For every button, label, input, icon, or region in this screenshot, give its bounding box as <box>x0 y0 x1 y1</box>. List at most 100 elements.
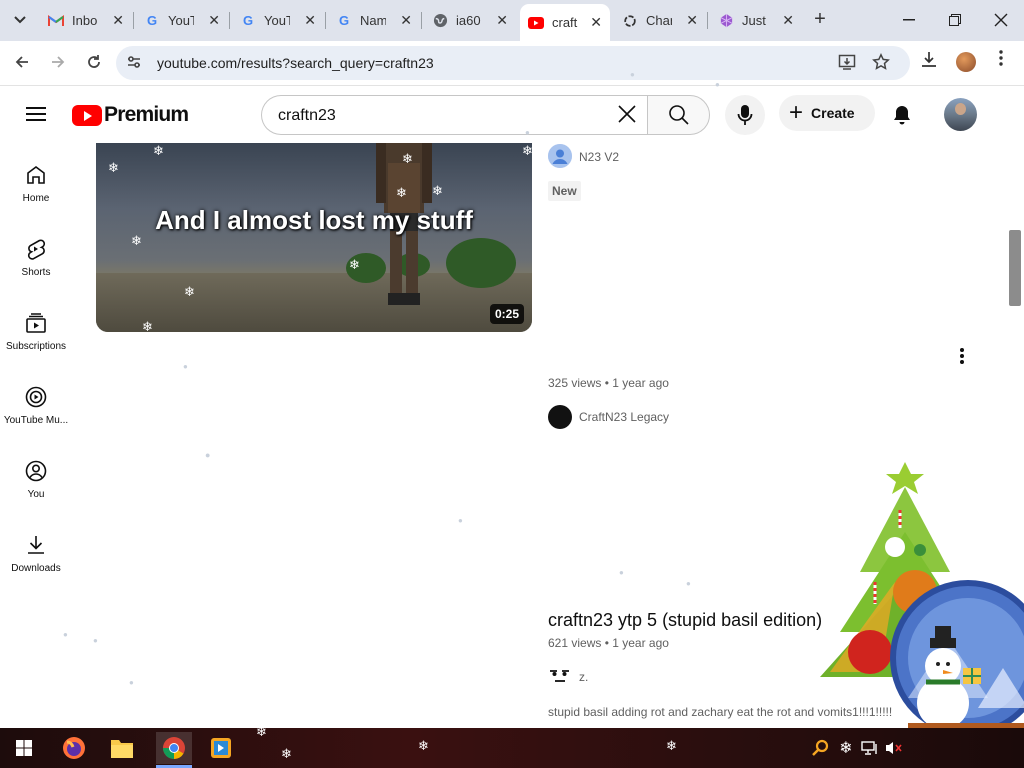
chatgpt-icon <box>622 13 638 29</box>
close-icon[interactable]: ✕ <box>686 12 698 29</box>
browser-tab-youtube-2[interactable]: G YouT ✕ <box>232 6 324 35</box>
tray-snow-app[interactable]: ❄ <box>834 732 858 764</box>
download-icon <box>24 533 48 557</box>
taskbar-chrome[interactable] <box>156 732 192 764</box>
snowflake-icon: ❄ <box>396 185 407 200</box>
browser-tab-craftn23-active[interactable]: craft ✕ <box>520 4 610 41</box>
globe-icon <box>432 13 448 29</box>
create-button[interactable]: + Create <box>779 95 875 131</box>
youtube-play-icon <box>72 104 102 126</box>
sidebar-item-shorts[interactable]: Shorts <box>0 217 72 291</box>
sidebar-item-you[interactable]: You <box>0 439 72 513</box>
video-title[interactable]: craftn23 ytp 5 (stupid basil edition) <box>548 610 822 631</box>
address-bar[interactable]: youtube.com/results?search_query=craftn2… <box>116 46 910 80</box>
taskbar-search-tray[interactable] <box>808 732 832 764</box>
shorts-icon <box>24 237 48 261</box>
browser-tab-youtube-1[interactable]: G YouT ✕ <box>136 6 228 35</box>
channel-name[interactable]: N23 V2 <box>579 150 619 164</box>
clear-search-icon[interactable] <box>613 102 641 130</box>
tab-title: YouT <box>264 13 290 28</box>
channel-avatar[interactable] <box>548 144 572 168</box>
taskbar-file-explorer[interactable] <box>106 732 138 764</box>
snowflake-icon: ● <box>458 516 463 525</box>
video-description-snippet: stupid basil adding rot and zachary eat … <box>548 705 893 719</box>
tray-network[interactable] <box>858 732 882 764</box>
tab-title: Just <box>742 13 766 28</box>
forward-button[interactable] <box>45 51 71 77</box>
guide-menu-button[interactable] <box>24 103 48 127</box>
channel-name[interactable]: z. <box>579 670 588 684</box>
browser-tab-chatgpt[interactable]: Char ✕ <box>614 6 706 35</box>
magnifier-icon <box>812 739 829 756</box>
kebab-dot <box>960 348 964 352</box>
new-tab-button[interactable]: + <box>808 8 832 32</box>
tab-search-button[interactable] <box>8 8 32 32</box>
browser-profile-avatar[interactable] <box>956 52 976 72</box>
back-button[interactable] <box>9 51 35 77</box>
snowflake-icon: ❄ <box>281 746 292 761</box>
reload-icon <box>88 55 100 68</box>
more-options-icon[interactable] <box>999 50 1003 71</box>
close-icon[interactable]: ✕ <box>590 14 602 31</box>
restore-button[interactable] <box>932 0 978 40</box>
sidebar-item-youtube-music[interactable]: YouTube Mu... <box>0 365 72 439</box>
youtube-icon <box>528 15 544 31</box>
start-button[interactable] <box>8 732 40 764</box>
sidebar-item-label: You <box>27 489 45 500</box>
snowflake-icon: ● <box>715 80 720 89</box>
snowflake-icon: ❄ <box>131 233 142 248</box>
close-window-button[interactable] <box>978 0 1024 40</box>
notifications-bell-icon[interactable] <box>890 103 914 127</box>
taskbar-media-player[interactable] <box>205 732 237 764</box>
kebab-dot <box>960 354 964 358</box>
reload-button[interactable] <box>81 51 107 77</box>
snowflake-icon: ● <box>63 630 68 639</box>
face-icon <box>550 670 569 682</box>
bookmark-star-icon[interactable] <box>872 53 890 76</box>
snowflake-icon: ● <box>619 568 624 577</box>
url-text[interactable]: youtube.com/results?search_query=craftn2… <box>157 55 434 71</box>
channel-name[interactable]: CraftN23 Legacy <box>579 410 669 424</box>
video-action-menu-button[interactable] <box>952 346 972 368</box>
youtube-premium-logo[interactable]: Premium <box>72 103 189 126</box>
close-icon[interactable]: ✕ <box>304 12 316 29</box>
taskbar-firefox[interactable] <box>58 732 90 764</box>
sidebar-item-subscriptions[interactable]: Subscriptions <box>0 291 72 365</box>
new-badge: New <box>548 181 581 201</box>
browser-tab-strip: Inbo ✕ G YouT ✕ G YouT ✕ G Nam ✕ ia60 ✕ … <box>0 0 1024 41</box>
firefox-icon <box>63 737 85 759</box>
search-button[interactable] <box>647 95 710 135</box>
search-input[interactable]: craftn23 <box>261 95 647 135</box>
sidebar-item-downloads[interactable]: Downloads <box>0 513 72 587</box>
downloads-icon[interactable] <box>920 50 938 73</box>
close-icon[interactable]: ✕ <box>782 12 794 29</box>
snowflake-icon: ❄ <box>522 143 533 158</box>
site-settings-icon[interactable] <box>126 54 142 73</box>
tray-volume-muted[interactable] <box>882 732 906 764</box>
install-app-icon[interactable] <box>838 53 856 76</box>
voice-search-button[interactable] <box>725 95 765 135</box>
browser-tab-name[interactable]: G Nam ✕ <box>328 6 420 35</box>
snowflake-icon: ❄ <box>256 724 267 739</box>
chrome-icon <box>163 737 185 759</box>
sidebar-item-home[interactable]: Home <box>0 143 72 217</box>
close-icon[interactable]: ✕ <box>496 12 508 29</box>
close-icon[interactable]: ✕ <box>112 12 124 29</box>
account-avatar[interactable] <box>944 98 977 131</box>
snowflake-icon: ● <box>525 128 530 137</box>
video-thumbnail[interactable]: And I almost lost my stuff 0:25 <box>96 143 532 332</box>
kebab-dot <box>960 360 964 364</box>
browser-tab-just[interactable]: Just ✕ <box>710 6 802 35</box>
channel-avatar[interactable] <box>548 405 572 429</box>
browser-tab-ia60[interactable]: ia60 ✕ <box>424 6 516 35</box>
close-icon[interactable]: ✕ <box>208 12 220 29</box>
channel-avatar[interactable] <box>548 664 572 688</box>
close-icon[interactable]: ✕ <box>400 12 412 29</box>
search-input-value[interactable]: craftn23 <box>278 107 336 125</box>
windows-taskbar: ❄ ❄ ❄ ❄ ❄ <box>0 724 1024 768</box>
tab-separator <box>229 12 230 29</box>
browser-tab-inbox[interactable]: Inbo ✕ <box>40 6 132 35</box>
minimize-button[interactable] <box>886 0 932 40</box>
page-scrollbar-thumb[interactable] <box>1009 230 1021 306</box>
snow-globe-decoration <box>890 580 1024 736</box>
